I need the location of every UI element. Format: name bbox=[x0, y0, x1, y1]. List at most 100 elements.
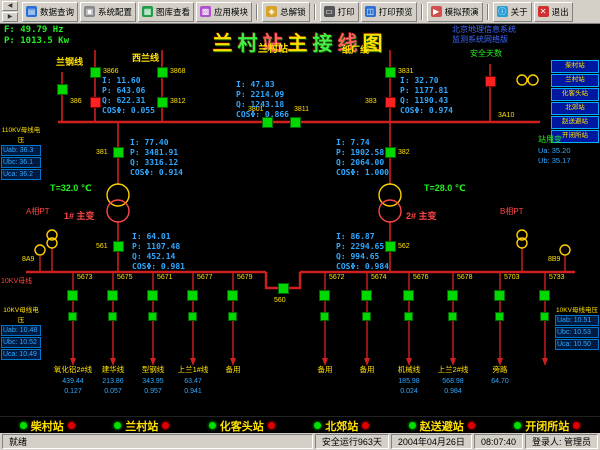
back-button[interactable]: ◀ bbox=[2, 1, 18, 11]
line-label-xilan: 西兰线 bbox=[132, 54, 159, 64]
toolbar: ◀ ▶ ▤数据查询 ▣系统配置 ▦图库查看 ▩应用模块 ◈总解锁 ▭打印 ◫打印… bbox=[0, 0, 600, 24]
voltage-row: Ubc: 10.52 bbox=[1, 337, 41, 348]
bus-tie-3811[interactable] bbox=[290, 117, 301, 128]
forward-button[interactable]: ▶ bbox=[2, 12, 18, 22]
feeder-disconnect[interactable] bbox=[68, 312, 77, 321]
breaker-386[interactable] bbox=[90, 97, 101, 108]
feeder-breaker[interactable] bbox=[187, 290, 198, 301]
feeder-id: 5679 bbox=[237, 274, 253, 281]
feeder-breaker[interactable] bbox=[539, 290, 550, 301]
station-kaibisuo[interactable]: 开闭所站 bbox=[514, 418, 580, 434]
exit-button[interactable]: ✕退出 bbox=[534, 2, 573, 22]
telemetry-line: COSΦ: 0.914 bbox=[130, 168, 183, 178]
vendor-line1: 北京地理信息系统 bbox=[452, 26, 516, 35]
disconnect-label: 3831 bbox=[398, 68, 414, 76]
feeder-disconnect[interactable] bbox=[108, 312, 117, 321]
print-preview-button[interactable]: ◫打印预览 bbox=[361, 2, 417, 22]
feeder-breaker[interactable] bbox=[67, 290, 78, 301]
nav-box-huaketou[interactable]: 化客头站 bbox=[551, 88, 599, 101]
disconnect-label: 3866 bbox=[103, 68, 119, 76]
station-beijiao[interactable]: 北郊站 bbox=[314, 418, 369, 434]
feeder-name: 备用 bbox=[201, 364, 265, 375]
transformer1-temperature: T=32.0 ℃ bbox=[50, 184, 92, 194]
feeder-value1: 64.70 bbox=[472, 378, 528, 385]
current-time: 08:07:40 bbox=[474, 434, 523, 449]
disconnect-3866[interactable] bbox=[90, 67, 101, 78]
feeder-breaker[interactable] bbox=[403, 290, 414, 301]
nav-buttons: ◀ ▶ bbox=[2, 1, 18, 22]
panel-title: 10KV母线电压 bbox=[1, 304, 41, 324]
bus-label-10kv: 10KV母线 bbox=[1, 278, 32, 286]
breaker-3812[interactable] bbox=[157, 97, 168, 108]
bay-measurements-381: I: 77.40 P: 3481.91 Q: 3316.12 COSΦ: 0.9… bbox=[130, 138, 183, 178]
breaker-383[interactable] bbox=[385, 97, 396, 108]
station-nav-column: 柴村站 兰村站 化客头站 北郊站 赵送避站 开闭所站 bbox=[551, 60, 599, 144]
feeder-disconnect[interactable] bbox=[228, 312, 237, 321]
breaker-label: 386 bbox=[70, 98, 82, 106]
pt-b-label: B相PT bbox=[500, 208, 524, 217]
master-unlock-button[interactable]: ◈总解锁 bbox=[262, 2, 310, 22]
telemetry-line: I: 64.01 bbox=[132, 232, 185, 242]
feeder-breaker[interactable] bbox=[494, 290, 505, 301]
feeder-disconnect[interactable] bbox=[404, 312, 413, 321]
disconnect-aux[interactable] bbox=[57, 84, 68, 95]
telemetry-line: COSΦ: 0.866 bbox=[236, 110, 289, 120]
feeder-disconnect[interactable] bbox=[495, 312, 504, 321]
station-name: 柴村站 bbox=[31, 418, 64, 434]
toolbar-separator bbox=[487, 4, 489, 20]
nav-box-beijiao[interactable]: 北郊站 bbox=[551, 102, 599, 115]
app-modules-button[interactable]: ▩应用模块 bbox=[196, 2, 252, 22]
bay-measurements-langang: I: 11.60 P: 643.06 Q: 622.31 COSΦ: 0.055 bbox=[102, 76, 155, 116]
graphics-view-button[interactable]: ▦图库查看 bbox=[138, 2, 194, 22]
station-chaicun[interactable]: 柴村站 bbox=[20, 418, 75, 434]
feeder-breaker[interactable] bbox=[107, 290, 118, 301]
breaker-560-bus-tie[interactable] bbox=[278, 283, 289, 294]
telemetry-line: COSΦ: 1.000 bbox=[336, 168, 389, 178]
breaker-label: 561 bbox=[96, 243, 108, 251]
telemetry-line: P: 3481.91 bbox=[130, 148, 183, 158]
station-pt-label: 站用变 bbox=[538, 136, 562, 145]
feeder-breaker[interactable] bbox=[361, 290, 372, 301]
feeder-breaker[interactable] bbox=[447, 290, 458, 301]
button-label: 总解锁 bbox=[280, 6, 306, 18]
data-query-button[interactable]: ▤数据查询 bbox=[22, 2, 78, 22]
station-lancun[interactable]: 兰村站 bbox=[114, 418, 169, 434]
status-led-green bbox=[20, 422, 27, 429]
system-config-button[interactable]: ▣系统配置 bbox=[80, 2, 136, 22]
nav-box-chaicun[interactable]: 柴村站 bbox=[551, 60, 599, 73]
feeder-breaker[interactable] bbox=[147, 290, 158, 301]
station-shortcut-bar: 柴村站 兰村站 化客头站 北郊站 赵送避站 开闭所站 bbox=[0, 416, 600, 434]
scada-window: ◀ ▶ ▤数据查询 ▣系统配置 ▦图库查看 ▩应用模块 ◈总解锁 ▭打印 ◫打印… bbox=[0, 0, 600, 450]
breaker-381[interactable] bbox=[113, 147, 124, 158]
station-huaketou[interactable]: 化客头站 bbox=[209, 418, 275, 434]
print-button[interactable]: ▭打印 bbox=[320, 2, 359, 22]
pt-disconnect-label: 8A9 bbox=[22, 256, 34, 264]
feeder-disconnect[interactable] bbox=[188, 312, 197, 321]
breaker-label: 562 bbox=[398, 243, 410, 251]
about-button[interactable]: ⓘ关于 bbox=[493, 2, 532, 22]
transformer2-temperature: T=28.0 ℃ bbox=[424, 184, 466, 194]
breaker-pt-bay[interactable] bbox=[485, 76, 496, 87]
toolbar-separator bbox=[256, 4, 258, 20]
telemetry-line: I: 47.83 bbox=[236, 80, 289, 90]
simulation-button[interactable]: ▶模拟预演 bbox=[427, 2, 483, 22]
pt-disconnect-label: 8B9 bbox=[548, 256, 560, 264]
nav-box-zhaosongbi[interactable]: 赵送避站 bbox=[551, 116, 599, 129]
button-label: 关于 bbox=[511, 6, 528, 18]
station-zhaosongbi[interactable]: 赵送避站 bbox=[409, 418, 475, 434]
disconnect-3868[interactable] bbox=[157, 67, 168, 78]
feeder-breaker[interactable] bbox=[227, 290, 238, 301]
disconnect-3831[interactable] bbox=[385, 67, 396, 78]
feeder-breaker[interactable] bbox=[319, 290, 330, 301]
feeder-disconnect[interactable] bbox=[540, 312, 549, 321]
feeder-disconnect[interactable] bbox=[362, 312, 371, 321]
feeder-disconnect[interactable] bbox=[148, 312, 157, 321]
bay-measurements-382: I: 7.74 P: 1902.58 Q: 2064.00 COSΦ: 1.00… bbox=[336, 138, 389, 178]
nav-box-lancun[interactable]: 兰村站 bbox=[551, 74, 599, 87]
feeder-disconnect[interactable] bbox=[320, 312, 329, 321]
breaker-561[interactable] bbox=[113, 241, 124, 252]
feeder-disconnect[interactable] bbox=[448, 312, 457, 321]
telemetry-line: Q: 452.14 bbox=[132, 252, 185, 262]
feeder-id: 5733 bbox=[549, 274, 565, 281]
telemetry-line: I: 77.40 bbox=[130, 138, 183, 148]
